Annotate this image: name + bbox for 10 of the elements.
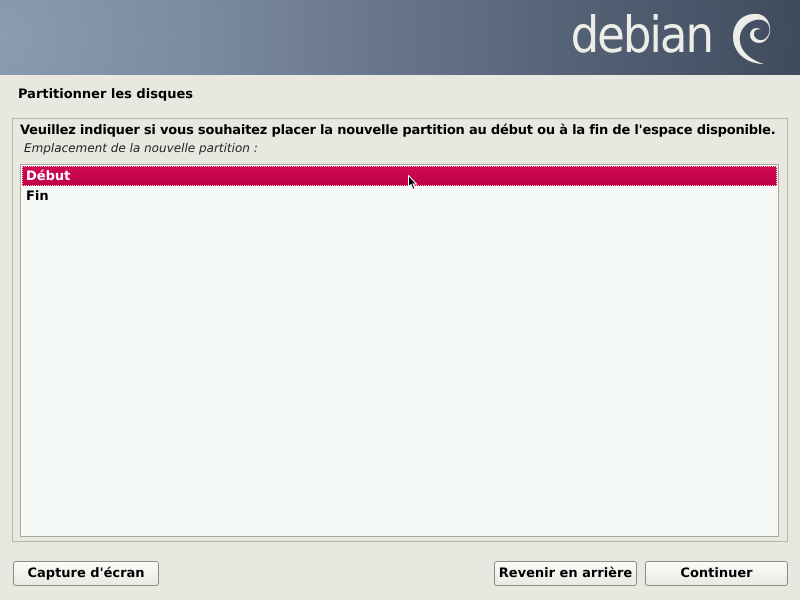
list-label: Emplacement de la nouvelle partition : <box>23 140 259 157</box>
logo-text: debian <box>570 10 712 60</box>
back-button[interactable]: Revenir en arrière <box>494 561 637 586</box>
page-title: Partitionner les disques <box>17 86 194 104</box>
cursor-icon <box>408 175 418 191</box>
screenshot-button[interactable]: Capture d'écran <box>13 561 159 586</box>
list-item[interactable]: Début <box>22 166 777 186</box>
list-item[interactable]: Fin <box>22 186 777 206</box>
continue-button[interactable]: Continuer <box>645 561 788 586</box>
question-text: Veuillez indiquer si vous souhaitez placer la nouvelle partition au début ou à la fin de l'espace disponible. <box>20 123 777 138</box>
